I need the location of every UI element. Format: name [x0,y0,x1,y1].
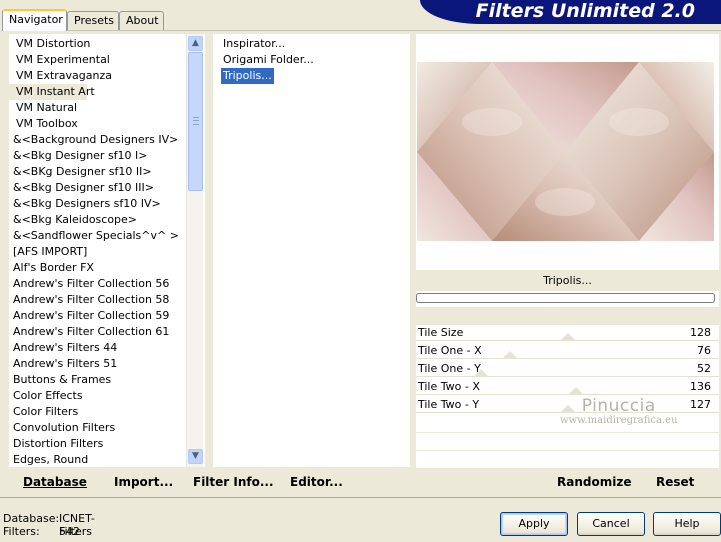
category-item[interactable]: &<Bkg Designer sf10 I> [9,148,205,164]
slider-thumb[interactable] [502,351,519,359]
parameter-label: Tile Two - Y [418,398,480,411]
category-item[interactable]: VM Experimental [9,52,110,68]
tab-about[interactable]: About [119,11,164,30]
preview-image [417,62,714,241]
editor-button[interactable]: Editor... [290,468,343,496]
grip-icon [193,117,199,125]
category-scrollbar[interactable]: ▲ ▼ [186,34,203,467]
category-item[interactable]: Color Filters [9,404,205,420]
category-item[interactable]: &<Sandflower Specials^v^ > [9,228,205,244]
category-item[interactable]: &<BKg Designer sf10 II> [9,164,205,180]
database-info: Database: ICNET-Filters Filters: 542 [3,512,95,538]
parameter-value: 127 [690,398,711,411]
parameter-value: 136 [690,380,711,393]
category-list[interactable]: VM Distortion VM Experimental VM Extravaga… [9,34,205,467]
category-item[interactable]: &<Background Designers IV> [9,132,205,148]
parameter-row[interactable]: Tile One - X 76 [416,343,719,361]
category-item[interactable]: [AFS IMPORT] [9,244,205,260]
preview-filter-name: Tripolis... [416,270,719,291]
scrollbar-thumb[interactable] [188,52,203,191]
category-item[interactable]: Convolution Filters [9,420,205,436]
category-item[interactable]: Distortion Filters [9,436,205,452]
progress-bar [416,293,715,303]
parameter-row-empty [416,451,719,468]
filters-count-label: Filters: [3,525,40,538]
parameter-row[interactable]: Tile One - Y 52 [416,361,719,379]
parameter-value: 128 [690,326,711,339]
action-bar: Database Import... Filter Info... Editor… [0,468,721,496]
watermark-name: Pinuccia [581,396,656,416]
database-label: Database: [3,512,60,525]
parameter-label: Tile One - X [418,344,482,357]
database-button[interactable]: Database [23,468,87,496]
reset-button[interactable]: Reset [656,468,694,496]
filter-item[interactable]: Origami Folder... [221,52,316,68]
filters-count-value: 542 [59,525,80,538]
help-button[interactable]: Help [653,512,721,536]
category-item[interactable]: VM Distortion [9,36,90,52]
category-item[interactable]: Color Effects [9,388,205,404]
slider-track[interactable] [416,376,719,377]
title-banner: Filters Unlimited 2.0 [420,0,721,24]
category-item[interactable]: Alf's Border FX [9,260,205,276]
category-item[interactable]: VM Instant Art [9,84,95,100]
parameter-value: 52 [697,362,711,375]
parameter-row[interactable]: Tile Size 128 [416,325,719,343]
watermark: Pinuccia www.maidiregrafica.eu [560,396,678,426]
chevron-down-icon[interactable]: ▼ [188,449,203,464]
filter-item[interactable]: Tripolis... [221,68,274,84]
import-button[interactable]: Import... [114,468,173,496]
filter-info-button[interactable]: Filter Info... [193,468,274,496]
category-item[interactable]: VM Toolbox [9,116,81,132]
parameter-row[interactable]: Tile Two - X 136 [416,379,719,397]
app-title: Filters Unlimited 2.0 [475,0,695,22]
parameter-row-empty [416,433,719,450]
footer-divider [0,497,721,498]
category-item[interactable]: &<Bkg Designers sf10 IV> [9,196,205,212]
filter-item[interactable]: Inspirator... [221,36,287,52]
tab-navigator[interactable]: Navigator [2,9,67,31]
category-item[interactable]: Andrew's Filter Collection 56 [9,276,205,292]
slider-track[interactable] [416,358,719,359]
category-item[interactable]: Andrew's Filter Collection 59 [9,308,205,324]
parameter-label: Tile Two - X [418,380,480,393]
category-item[interactable]: Andrew's Filters 51 [9,356,205,372]
category-item[interactable]: Buttons & Frames [9,372,205,388]
randomize-button[interactable]: Randomize [557,468,631,496]
watermark-site: www.maidiregrafica.eu [560,415,678,426]
category-item[interactable]: Edges, Round [9,452,205,467]
category-item[interactable]: Andrew's Filter Collection 61 [9,324,205,340]
parameter-label: Tile Size [418,326,464,339]
cancel-button[interactable]: Cancel [577,512,645,536]
filter-list[interactable]: Inspirator... Origami Folder... Tripolis..… [213,34,410,467]
chevron-up-icon[interactable]: ▲ [188,36,203,51]
tab-presets[interactable]: Presets [67,11,119,30]
slider-thumb[interactable] [568,387,585,395]
slider-thumb[interactable] [559,333,576,341]
category-item[interactable]: Andrew's Filter Collection 58 [9,292,205,308]
category-item[interactable]: &<Bkg Designer sf10 III> [9,180,205,196]
category-item[interactable]: VM Extravaganza [9,68,112,84]
parameter-label: Tile One - Y [418,362,481,375]
apply-button[interactable]: Apply [500,512,568,536]
category-item[interactable]: &<Bkg Kaleidoscope> [9,212,205,228]
category-item[interactable]: VM Natural [9,100,81,116]
parameter-value: 76 [697,344,711,357]
category-item[interactable]: Andrew's Filters 44 [9,340,205,356]
